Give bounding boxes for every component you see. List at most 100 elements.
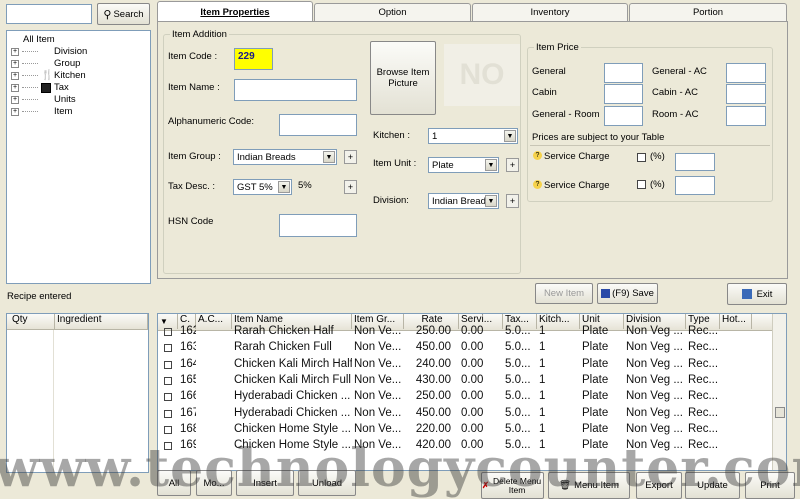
row-checkbox[interactable] <box>164 425 172 434</box>
service-charge-field-1[interactable] <box>675 153 715 171</box>
tree-item-division[interactable]: + Division <box>11 46 87 57</box>
chevron-down-icon[interactable]: ▼ <box>485 159 497 171</box>
tree-item-group[interactable]: + Group <box>11 58 80 69</box>
save-button[interactable]: (F9) Save <box>597 283 658 304</box>
table-row[interactable]: 168 Chicken Home Style ...Non Ve... 220.00… <box>158 423 720 439</box>
tree-item-units[interactable]: + Units <box>11 94 76 105</box>
expand-icon[interactable]: + <box>11 107 19 116</box>
general-ac-label: General - AC <box>652 66 707 77</box>
table-row[interactable]: 165 Chicken Kali Mirch FullNon Ve... 430.0… <box>158 374 720 390</box>
table-cell: Non Ve... <box>354 325 402 337</box>
recipe-col-ingredient[interactable]: Ingredient <box>55 314 148 329</box>
table-cell: 166 <box>180 390 196 403</box>
browse-picture-label: Browse Item Picture <box>376 67 430 89</box>
table-row[interactable]: 163 Rarah Chicken Full Non Ve... 450.00 0.00… <box>158 341 720 357</box>
search-input[interactable] <box>6 4 92 24</box>
cabin-ac-label: Cabin - AC <box>652 87 698 98</box>
table-row[interactable]: 166 Hyderabadi Chicken ...Non Ve... 250.00… <box>158 390 720 406</box>
tab-label: Portion <box>692 7 724 18</box>
category-tree[interactable]: All Item + Division + Group + 🍴 Kitchen … <box>6 30 151 284</box>
add-division-button[interactable]: + <box>506 194 519 208</box>
table-cell: 1 <box>539 390 546 403</box>
row-checkbox[interactable] <box>164 344 172 353</box>
room-ac-price-field[interactable] <box>726 106 766 126</box>
percent-checkbox-1[interactable] <box>637 153 646 162</box>
tab-inventory[interactable]: Inventory <box>472 3 628 21</box>
tree-item-tax[interactable]: + Tax <box>11 82 69 93</box>
row-checkbox-cell[interactable] <box>158 423 178 439</box>
table-cell: 0.00 <box>461 373 484 386</box>
item-unit-select[interactable]: Plate ▼ <box>428 157 499 173</box>
add-unit-button[interactable]: + <box>506 158 519 172</box>
division-select[interactable]: Indian Breads ▼ <box>428 193 499 209</box>
add-tax-button[interactable]: + <box>344 180 357 194</box>
percent-checkbox-2[interactable] <box>637 180 646 189</box>
expand-icon[interactable]: + <box>11 95 19 104</box>
search-icon: ⚲ <box>103 8 112 21</box>
row-checkbox-cell[interactable] <box>158 374 178 390</box>
expand-icon[interactable]: + <box>11 59 19 68</box>
tax-select[interactable]: GST 5% ▼ <box>233 179 292 195</box>
row-checkbox-cell[interactable] <box>158 341 178 357</box>
new-item-button[interactable]: New Item <box>535 283 593 304</box>
expand-icon[interactable]: + <box>11 47 19 56</box>
chevron-down-icon[interactable]: ▼ <box>323 151 335 163</box>
table-row[interactable]: 164 Chicken Kali Mirch HalfNon Ve... 240.0… <box>158 358 720 374</box>
general-price-field[interactable] <box>604 63 643 83</box>
row-checkbox[interactable] <box>164 409 172 418</box>
browse-picture-button[interactable]: Browse Item Picture <box>370 41 436 115</box>
table-row[interactable]: 167 Hyderabadi Chicken ...Non Ve... 450.00… <box>158 407 720 423</box>
row-checkbox-cell[interactable] <box>158 358 178 374</box>
group-title: Item Addition <box>170 29 229 40</box>
table-cell: 167 <box>180 406 196 419</box>
item-group-select[interactable]: Indian Breads ▼ <box>233 149 337 165</box>
chevron-down-icon[interactable]: ▼ <box>485 195 497 207</box>
tab-option[interactable]: Option <box>314 3 471 21</box>
chevron-down-icon[interactable]: ▼ <box>278 181 290 193</box>
table-row[interactable]: 162 Rarah Chicken Half Non Ve... 250.00 0.00… <box>158 325 720 341</box>
table-cell <box>196 390 232 406</box>
general-ac-price-field[interactable] <box>726 63 766 83</box>
table-cell: Non Ve... <box>354 341 402 354</box>
expand-icon[interactable]: + <box>11 83 19 92</box>
table-cell: Plate <box>582 341 609 354</box>
cabin-price-field[interactable] <box>604 84 643 104</box>
general-room-price-field[interactable] <box>604 106 643 126</box>
tab-item-properties[interactable]: Item Properties <box>157 1 313 22</box>
row-checkbox-cell[interactable] <box>158 390 178 406</box>
row-checkbox[interactable] <box>164 376 172 385</box>
recipe-col-qty[interactable]: Qty <box>10 314 55 329</box>
table-cell: 5.0... <box>505 341 531 354</box>
table-cell: Plate <box>582 422 609 435</box>
service-charge-field-2[interactable] <box>675 176 715 195</box>
row-checkbox[interactable] <box>164 328 172 336</box>
tab-portion[interactable]: Portion <box>629 3 787 21</box>
kitchen-select[interactable]: 1 ▼ <box>428 128 518 144</box>
table-cell: 0.00 <box>461 357 484 370</box>
row-checkbox-cell[interactable] <box>158 325 178 341</box>
hsn-code-field[interactable] <box>279 214 357 237</box>
item-name-field[interactable] <box>234 79 357 101</box>
cabin-ac-price-field[interactable] <box>726 84 766 104</box>
tree-root[interactable]: All Item <box>23 34 55 45</box>
tree-item-item[interactable]: + Item <box>11 106 72 117</box>
group-title: Item Price <box>534 42 581 53</box>
item-code-field[interactable]: 229 <box>234 48 273 70</box>
table-cell: Rarah Chicken Half <box>234 325 334 337</box>
table-cell: Plate <box>582 325 609 337</box>
tree-item-kitchen[interactable]: + 🍴 Kitchen <box>11 70 86 81</box>
add-group-button[interactable]: + <box>344 150 357 164</box>
table-cell: Non Veg ... <box>626 390 683 403</box>
row-checkbox[interactable] <box>164 393 172 402</box>
table-cell: Plate <box>582 406 609 419</box>
chevron-down-icon[interactable]: ▼ <box>504 130 516 142</box>
exit-button[interactable]: Exit <box>727 283 787 305</box>
expand-icon[interactable]: + <box>11 71 19 80</box>
table-cell: 1 <box>539 325 546 337</box>
alphanumeric-code-field[interactable] <box>279 114 357 136</box>
row-checkbox-cell[interactable] <box>158 407 178 423</box>
row-checkbox[interactable] <box>164 360 172 369</box>
scroll-thumb[interactable] <box>775 407 785 418</box>
tree-item-label: Kitchen <box>54 70 86 81</box>
search-button[interactable]: ⚲ Search <box>97 3 150 25</box>
